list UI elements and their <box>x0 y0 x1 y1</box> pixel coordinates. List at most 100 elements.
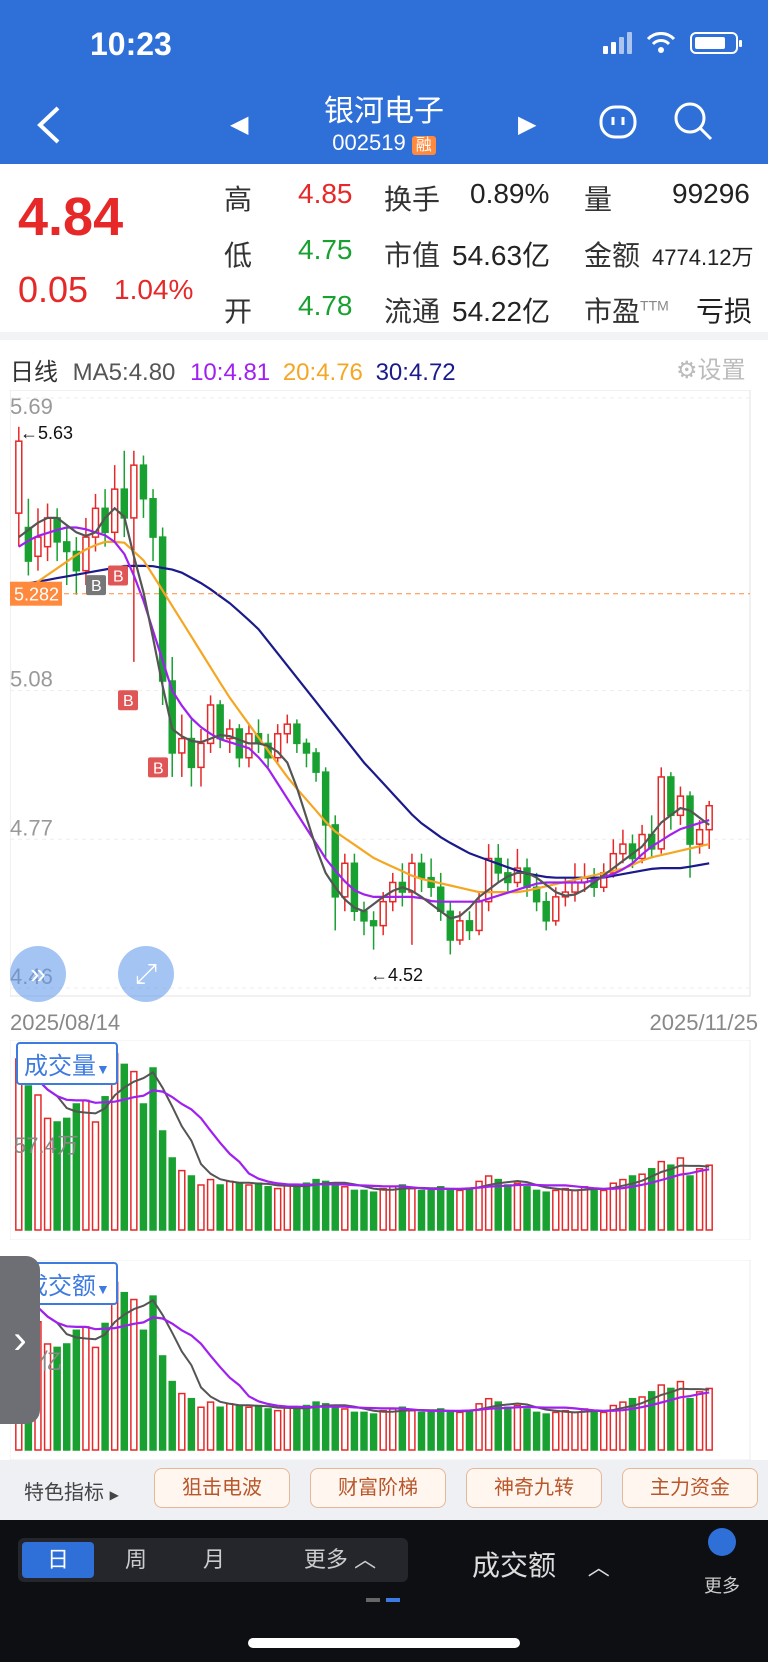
settings-button[interactable]: ⚙设置 <box>676 350 746 385</box>
volume-bar <box>436 1186 445 1231</box>
chevron-up-icon: ︿ <box>354 1547 377 1572</box>
candle-body <box>686 795 694 845</box>
amount-bar <box>427 1411 435 1451</box>
home-indicator <box>248 1638 520 1648</box>
page-dot <box>366 1598 380 1602</box>
quote-panel: 4.84 0.05 1.04% 高 4.85 低 4.75 开 4.78 换手 … <box>0 164 768 332</box>
chevron-right-icon: › <box>13 1318 27 1362</box>
start-date: 2025/08/14 <box>10 1010 121 1035</box>
bottom-indicator-selector[interactable]: 成交额 ︿ <box>472 1544 610 1584</box>
period-tab-day[interactable]: 日 <box>22 1542 94 1578</box>
volume-value: 99296 <box>672 178 750 209</box>
amount-bar <box>158 1355 167 1451</box>
candle-body <box>312 752 320 773</box>
amount-bar <box>580 1408 589 1451</box>
pe-ttm: TTM <box>640 297 669 314</box>
amount-bar <box>350 1411 359 1451</box>
amount-chart[interactable] <box>10 1260 760 1460</box>
amount-bar <box>302 1404 311 1451</box>
candle-body <box>82 536 90 572</box>
candle-body <box>465 920 474 932</box>
candle-body <box>369 920 378 927</box>
period-tab-month[interactable]: 月 <box>178 1542 250 1578</box>
period-tab-more[interactable]: 更多 ︿ <box>290 1542 390 1578</box>
amount-bar <box>254 1404 263 1451</box>
last-price: 4.84 <box>18 187 124 247</box>
more-menu-label[interactable]: 更多 <box>704 1572 740 1598</box>
volume-chart[interactable] <box>10 1040 760 1240</box>
amount-bar <box>206 1401 215 1451</box>
volume-bar <box>226 1180 234 1231</box>
chevron-up-icon: ︿ <box>587 1555 610 1580</box>
volume-bar <box>206 1178 215 1231</box>
chat-icon[interactable] <box>598 102 638 142</box>
stock-name: 银河电子 <box>324 95 444 128</box>
y-tick-label: 5.08 <box>10 667 53 692</box>
side-expand-tab[interactable]: › <box>0 1256 40 1424</box>
price-change: 0.05 <box>18 269 89 310</box>
volume-bar <box>34 1094 42 1231</box>
amount-bar <box>82 1326 90 1451</box>
candle-body <box>15 440 23 514</box>
indicator-button-4[interactable]: 主力资金 <box>622 1468 758 1508</box>
amount-bar <box>667 1387 675 1451</box>
candle-body <box>542 900 550 922</box>
volume-bar <box>417 1189 426 1231</box>
status-icons <box>603 32 742 54</box>
indicator-button-2[interactable]: 财富阶梯 <box>310 1468 446 1508</box>
volume-selector-label: 成交量 <box>24 1053 96 1080</box>
more-menu-icon[interactable] <box>708 1528 736 1556</box>
volume-selector[interactable]: 成交量▼ <box>16 1042 118 1085</box>
candle-body <box>235 728 244 759</box>
volume-bar <box>389 1186 397 1231</box>
period-tab-week[interactable]: 周 <box>100 1542 172 1578</box>
amount-bar <box>283 1406 292 1451</box>
high-value: 4.85 <box>298 178 353 209</box>
feature-indicator-menu[interactable]: 特色指标 ▶ <box>24 1476 119 1505</box>
float-label: 流通 <box>384 296 441 327</box>
pe-label-text: 市盈 <box>584 296 641 327</box>
candle-body <box>475 900 483 932</box>
open-label: 开 <box>224 296 253 327</box>
end-date: 2025/11/25 <box>649 1010 758 1035</box>
amount-bar <box>264 1408 272 1451</box>
ma5-value: MA5:4.80 <box>72 359 176 386</box>
amount-bar <box>379 1409 387 1451</box>
buy-signal-label: B <box>91 578 102 595</box>
volume-bar <box>158 1130 167 1231</box>
candle-body <box>676 795 685 817</box>
amount-bar <box>293 1408 301 1451</box>
amount-bar <box>91 1346 100 1451</box>
amount-bar <box>101 1322 109 1451</box>
volume-bar <box>168 1157 176 1231</box>
candle-body <box>456 920 464 941</box>
signal-icon <box>603 32 632 54</box>
search-icon[interactable] <box>672 100 714 142</box>
stock-code-row: 002519 融 <box>0 130 768 156</box>
volume-bar <box>341 1186 349 1231</box>
indicator-button-1[interactable]: 狙击电波 <box>154 1468 290 1508</box>
expand-indicator-button[interactable]: » <box>10 946 66 1002</box>
candlestick-chart[interactable]: 5.695.084.774.465.282←5.63←4.52BBBB <box>10 390 760 1004</box>
next-stock-icon[interactable]: ▶ <box>518 110 536 139</box>
indicator-button-3[interactable]: 神奇九转 <box>466 1468 602 1508</box>
buy-signal-label: B <box>153 760 164 777</box>
candle-body <box>571 881 579 893</box>
buy-signal-label: B <box>113 568 124 585</box>
volume-bar <box>571 1189 579 1231</box>
volume-bar <box>446 1187 455 1231</box>
candle-body <box>523 867 531 889</box>
candle-body <box>705 804 713 831</box>
volume-bar <box>379 1187 387 1231</box>
ma30-line <box>18 564 710 879</box>
fullscreen-icon[interactable]: ⤢ <box>118 946 174 1002</box>
volume-bar <box>254 1182 263 1231</box>
volume-axis-label: 57.4万 <box>14 1133 79 1158</box>
volume-label: 量 <box>584 184 613 215</box>
dropdown-icon: ▼ <box>96 1281 110 1297</box>
candle-body <box>695 828 704 845</box>
period-more-label: 更多 <box>303 1547 348 1572</box>
volume-bar <box>360 1189 368 1231</box>
settings-label: 设置 <box>697 357 746 384</box>
volume-bar <box>235 1182 244 1231</box>
